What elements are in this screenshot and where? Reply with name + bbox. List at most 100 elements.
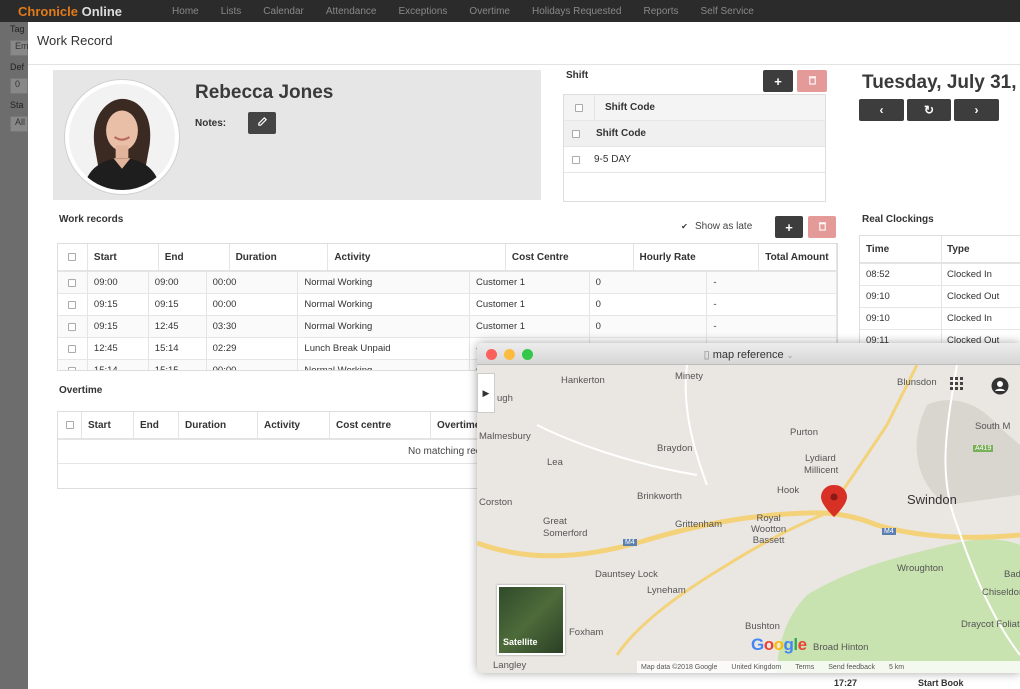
map-label: Malmesbury (479, 431, 531, 442)
shift-header-row: Shift Code (564, 95, 825, 121)
row-checkbox[interactable] (572, 129, 580, 138)
nav-attendance[interactable]: Attendance (326, 6, 377, 17)
map-label: South M (975, 421, 1011, 432)
row-checkbox[interactable] (68, 366, 77, 370)
window-titlebar[interactable]: ▯ map reference ⌄ (477, 343, 1020, 365)
refresh-icon: ↻ (923, 103, 935, 117)
pin-center (830, 493, 838, 501)
brand-logo[interactable]: Chronicle Online (18, 4, 122, 19)
shift-code-header[interactable]: Shift Code (594, 95, 655, 120)
table-row[interactable]: 09:10 Clocked In (860, 308, 1020, 330)
col-duration[interactable]: Duration (179, 412, 258, 438)
previous-day-button[interactable]: ‹ (859, 99, 904, 121)
select-all-checkbox[interactable] (68, 253, 77, 261)
row-checkbox[interactable] (572, 155, 580, 164)
refresh-button[interactable]: ↻ (907, 99, 951, 121)
col-total-amount[interactable]: Total Amount (759, 244, 837, 270)
table-cell: Customer 1 (470, 316, 590, 337)
row-checkbox[interactable] (68, 322, 77, 331)
nav-home[interactable]: Home (172, 6, 199, 17)
select-all-checkbox[interactable] (575, 103, 583, 112)
attribution-text: Map data ©2018 Google (641, 663, 718, 671)
plus-icon: + (774, 73, 782, 89)
terms-link[interactable]: Terms (795, 664, 814, 671)
show-as-late-toggle[interactable]: ✔ Show as late (680, 221, 752, 232)
add-work-record-button[interactable]: + (775, 216, 803, 238)
nav-reports[interactable]: Reports (643, 6, 678, 17)
table-header: Time Type (860, 236, 1020, 264)
window-title-text: map reference (712, 349, 784, 361)
table-row[interactable]: 09:15 12:45 03:30 Normal Working Customer 10… (58, 316, 837, 338)
col-cost-centre[interactable]: Cost centre (330, 412, 431, 438)
apps-grid-icon[interactable] (950, 377, 970, 397)
employee-name: Rebecca Jones (195, 82, 334, 103)
urban-area (916, 400, 1020, 505)
map-view[interactable]: ▶ Hankerton Minety Blunsdon ugh Malmesbu… (477, 365, 1020, 673)
shift-row[interactable]: 9-5 DAY (564, 147, 825, 173)
delete-work-record-button[interactable] (808, 216, 836, 238)
account-icon[interactable] (991, 377, 1011, 397)
col-start[interactable]: Start (88, 244, 159, 270)
table-cell: 0 (590, 272, 708, 293)
table-row[interactable]: 09:10 Clocked Out (860, 286, 1020, 308)
row-checkbox[interactable] (68, 278, 77, 287)
next-day-button[interactable]: › (954, 99, 999, 121)
nav-calendar[interactable]: Calendar (263, 6, 304, 17)
window-title: ▯ map reference ⌄ (477, 348, 1020, 361)
nav-lists[interactable]: Lists (221, 6, 242, 17)
col-start[interactable]: Start (82, 412, 134, 438)
notes-edit-button[interactable] (248, 112, 276, 134)
col-cost-centre[interactable]: Cost Centre (506, 244, 634, 270)
attribution-region[interactable]: United Kingdom (731, 664, 781, 671)
table-row[interactable]: 09:15 09:15 00:00 Normal Working Customer 10… (58, 294, 837, 316)
row-checkbox[interactable] (68, 344, 77, 353)
table-row[interactable]: 08:52 Clocked In (860, 264, 1020, 286)
background-sidebar: Tag Em Def 0 Sta All (0, 22, 29, 689)
brand-suffix: Online (81, 3, 123, 19)
col-end[interactable]: End (134, 412, 179, 438)
col-time[interactable]: Time (860, 236, 942, 262)
clocking-time-cell: 17:27 (834, 678, 858, 688)
google-logo: Google (751, 635, 807, 654)
col-end[interactable]: End (159, 244, 230, 270)
shift-code-header[interactable]: Shift Code (588, 128, 646, 139)
map-label: Great Somerford (543, 516, 588, 539)
nav-holidays-requested[interactable]: Holidays Requested (532, 6, 622, 17)
map-label: Bad (1004, 569, 1020, 580)
col-activity[interactable]: Activity (258, 412, 330, 438)
map-label: Blunsdon (897, 377, 937, 388)
col-duration[interactable]: Duration (230, 244, 329, 270)
table-cell: Normal Working (298, 360, 470, 370)
map-label: Grittenham (675, 519, 722, 530)
delete-shift-button[interactable] (797, 70, 827, 92)
select-all-checkbox[interactable] (65, 421, 74, 429)
road-badge: M4 (623, 539, 637, 546)
check-icon[interactable]: ✔ (680, 222, 689, 231)
table-cell: 00:00 (207, 294, 299, 315)
shift-code-cell: 9-5 DAY (594, 154, 632, 165)
top-navigation: Chronicle Online Home Lists Calendar Att… (0, 0, 1020, 22)
table-row[interactable]: 09:00 09:00 00:00 Normal Working Customer 10… (58, 272, 837, 294)
table-cell: Lunch Break Unpaid (298, 338, 470, 359)
col-type[interactable]: Type (942, 236, 1020, 262)
map-label: Langley (493, 660, 527, 671)
sidebar-toggle-button[interactable]: ▶ (477, 373, 495, 413)
send-feedback-link[interactable]: Send feedback (828, 664, 875, 671)
row-checkbox[interactable] (68, 300, 77, 309)
map-label: Dauntsey Lock (595, 569, 658, 580)
real-clockings-label: Real Clockings (862, 214, 934, 225)
table-cell: 09:00 (149, 272, 207, 293)
map-label: Broad Hinton (813, 642, 869, 653)
nav-exceptions[interactable]: Exceptions (399, 6, 448, 17)
map-label: Foxham (569, 627, 604, 638)
table-cell: - (707, 316, 837, 337)
nav-overtime[interactable]: Overtime (469, 6, 510, 17)
table-cell: 00:00 (207, 272, 299, 293)
col-hourly-rate[interactable]: Hourly Rate (634, 244, 760, 270)
map-label: Braydon (657, 443, 693, 454)
add-shift-button[interactable]: + (763, 70, 793, 92)
col-activity[interactable]: Activity (328, 244, 506, 270)
avatar-portrait (69, 84, 175, 190)
satellite-toggle[interactable]: Satellite (497, 585, 565, 655)
nav-self-service[interactable]: Self Service (701, 6, 754, 17)
